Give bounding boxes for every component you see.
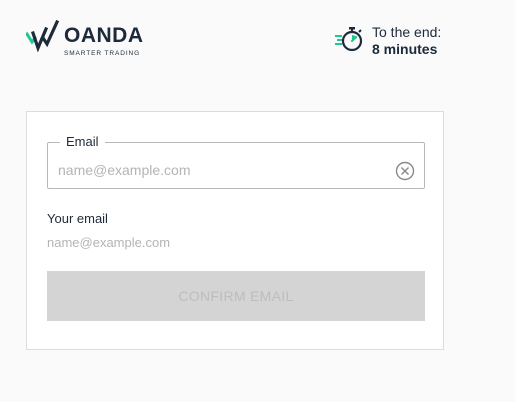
your-email-value: name@example.com <box>47 235 171 250</box>
confirm-email-button[interactable]: CONFIRM EMAIL <box>47 271 425 321</box>
oanda-logo[interactable]: OANDA SMARTER TRADING <box>26 20 144 57</box>
oanda-logo-mark-icon <box>26 20 60 52</box>
email-input[interactable] <box>58 160 378 180</box>
logo-tagline: SMARTER TRADING <box>64 50 141 57</box>
timer-text: To the end: 8 minutes <box>372 24 441 58</box>
email-confirm-card: Email Your email name@example.com CONFIR… <box>26 111 444 350</box>
email-fieldset: Email <box>47 134 425 189</box>
timer-label: To the end: <box>372 24 442 40</box>
logo-text: OANDA SMARTER TRADING <box>64 20 144 58</box>
email-field-legend: Email <box>66 134 99 149</box>
page: OANDA SMARTER TRADING To the end: 8 minu… <box>0 0 515 402</box>
logo-name: OANDA <box>64 24 144 47</box>
clear-input-icon[interactable] <box>395 161 415 181</box>
your-email-label: Your email <box>47 211 108 226</box>
stopwatch-icon <box>335 27 363 52</box>
timer-value: 8 minutes <box>372 41 438 57</box>
countdown-timer: To the end: 8 minutes <box>334 24 441 58</box>
